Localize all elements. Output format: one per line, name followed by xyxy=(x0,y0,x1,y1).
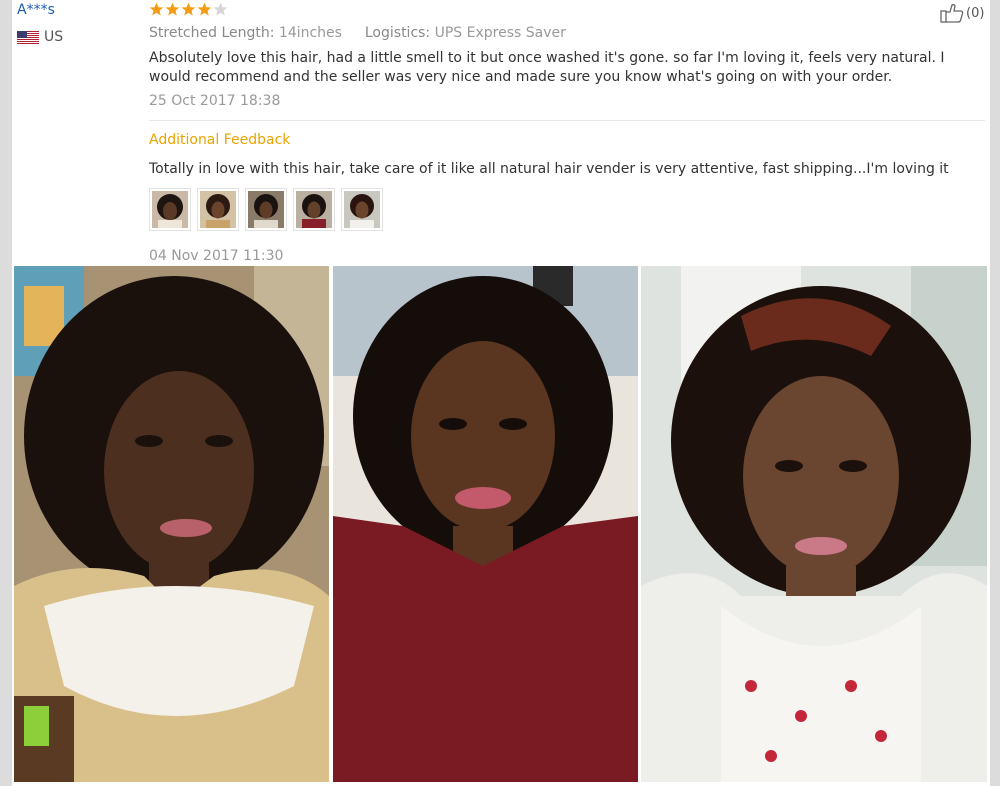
helpful-button[interactable]: (0) xyxy=(940,3,984,23)
star-icon xyxy=(197,2,212,16)
review-photo[interactable] xyxy=(14,266,329,782)
additional-feedback-title: Additional Feedback xyxy=(149,132,291,148)
photo-thumbnail[interactable] xyxy=(197,188,239,231)
country-label: US xyxy=(44,29,64,45)
reviewer-country: US xyxy=(17,29,63,45)
photo-thumbnail[interactable] xyxy=(341,188,383,231)
photo-thumbnail[interactable] xyxy=(245,188,287,231)
us-flag-icon xyxy=(17,30,39,44)
attr-label-logistics: Logistics: xyxy=(364,25,431,41)
reviewer-name[interactable]: A***s xyxy=(17,2,55,18)
frame-left xyxy=(0,0,12,786)
star-icon xyxy=(181,2,196,16)
attr-label-length: Stretched Length: xyxy=(149,25,275,41)
review-text: Absolutely love this hair, had a little … xyxy=(149,50,945,85)
photo-thumbnail[interactable] xyxy=(293,188,335,231)
additional-feedback-text: Totally in love with this hair, take car… xyxy=(149,161,949,177)
review-date: 25 Oct 2017 18:38 xyxy=(149,93,281,109)
additional-feedback-date: 04 Nov 2017 11:30 xyxy=(149,248,284,264)
attr-value-logistics: UPS Express Saver xyxy=(434,25,566,41)
additional-feedback-thumbnails xyxy=(149,188,383,231)
attr-value-length: 14inches xyxy=(278,25,342,41)
star-icon xyxy=(213,2,228,16)
star-icon xyxy=(165,2,180,16)
thumbs-up-icon[interactable] xyxy=(940,3,964,23)
divider xyxy=(149,120,985,121)
review-photo[interactable] xyxy=(333,266,638,782)
review-photo[interactable] xyxy=(641,266,987,782)
review-attributes: Stretched Length: 14inches Logistics: UP… xyxy=(149,25,566,41)
photo-thumbnail[interactable] xyxy=(149,188,191,231)
rating-stars xyxy=(149,2,228,17)
frame-right xyxy=(990,0,1000,786)
helpful-count: (0) xyxy=(966,5,985,21)
star-icon xyxy=(149,2,164,16)
